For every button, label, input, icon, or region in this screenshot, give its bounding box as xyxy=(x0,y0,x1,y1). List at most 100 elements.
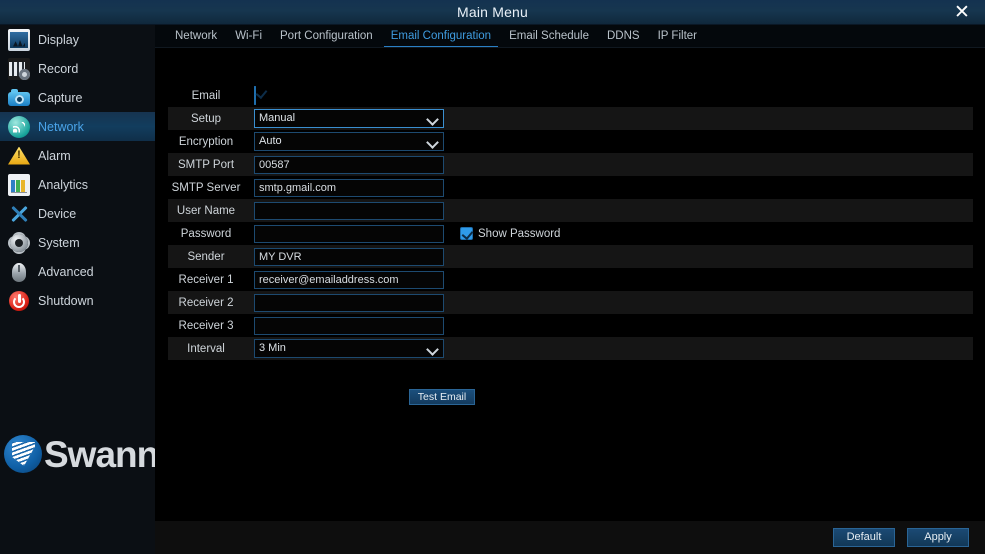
form-label-smtp-server: SMTP Server xyxy=(168,182,244,194)
chevron-down-icon xyxy=(427,113,438,124)
system-icon xyxy=(8,232,30,254)
sidebar-item-advanced[interactable]: Advanced xyxy=(0,257,155,286)
receiver-3-input[interactable] xyxy=(254,317,444,335)
form-label-user-name: User Name xyxy=(168,205,244,217)
sidebar-item-label: Advanced xyxy=(38,265,94,279)
form-row-receiver-3: Receiver 3 xyxy=(168,314,973,337)
sidebar-item-network[interactable]: Network xyxy=(0,112,155,141)
form-row-smtp-server: SMTP Server xyxy=(168,176,973,199)
form-control-encryption: Auto xyxy=(254,132,444,151)
sidebar-item-label: System xyxy=(38,236,80,250)
form-row-user-name: User Name xyxy=(168,199,973,222)
encryption-select-value: Auto xyxy=(259,135,282,147)
password-input[interactable] xyxy=(254,225,444,243)
form-control-user-name xyxy=(254,201,444,220)
form-control-receiver-3 xyxy=(254,316,444,335)
alarm-icon xyxy=(8,145,30,167)
sidebar-item-label: Record xyxy=(38,62,78,76)
form-control-smtp-port xyxy=(254,155,444,174)
sidebar-item-system[interactable]: System xyxy=(0,228,155,257)
form-row-sender: Sender xyxy=(168,245,973,268)
smtp-server-input[interactable] xyxy=(254,179,444,197)
form-control-interval: 3 Min xyxy=(254,339,444,358)
record-icon xyxy=(8,58,30,80)
receiver-2-input[interactable] xyxy=(254,294,444,312)
form-label-receiver-1: Receiver 1 xyxy=(168,274,244,286)
show-password-checkbox[interactable] xyxy=(460,227,473,240)
close-icon[interactable]: ✕ xyxy=(945,0,979,25)
footer-bar: Default Apply xyxy=(155,521,985,554)
form-control-email xyxy=(254,87,256,105)
sidebar-item-device[interactable]: Device xyxy=(0,199,155,228)
form-label-password: Password xyxy=(168,228,244,240)
sidebar-item-label: Analytics xyxy=(38,178,88,192)
chevron-down-icon xyxy=(427,343,438,354)
form-control-setup: Manual xyxy=(254,109,444,128)
sidebar-list: Display Record Capture Network Alarm Analytic… xyxy=(0,25,155,315)
shutdown-icon xyxy=(8,290,30,312)
email-checkbox[interactable] xyxy=(254,86,256,105)
form-row-encryption: Encryption Auto xyxy=(168,130,973,153)
apply-button[interactable]: Apply xyxy=(907,528,969,547)
setup-select[interactable]: Manual xyxy=(254,109,444,128)
form-row-receiver-1: Receiver 1 xyxy=(168,268,973,291)
form-label-encryption: Encryption xyxy=(168,136,244,148)
page-title: Main Menu xyxy=(0,0,985,25)
sidebar-item-record[interactable]: Record xyxy=(0,54,155,83)
brand-word: Swann xyxy=(44,434,158,475)
sender-input[interactable] xyxy=(254,248,444,266)
smtp-port-input[interactable] xyxy=(254,156,444,174)
form-row-password: Password Show Password xyxy=(168,222,973,245)
tab-email-configuration[interactable]: Email Configuration xyxy=(382,25,500,48)
user-name-input[interactable] xyxy=(254,202,444,220)
sidebar-item-label: Device xyxy=(38,207,76,221)
tab-port-configuration[interactable]: Port Configuration xyxy=(271,25,382,48)
email-configuration-form: Test Email Email Setup Manual Encryption Aut… xyxy=(155,48,985,528)
form-control-receiver-1 xyxy=(254,270,444,289)
tab-wi-fi[interactable]: Wi-Fi xyxy=(226,25,271,48)
form-row-receiver-2: Receiver 2 xyxy=(168,291,973,314)
tab-ddns[interactable]: DDNS xyxy=(598,25,649,48)
sidebar-item-label: Shutdown xyxy=(38,294,94,308)
advanced-icon xyxy=(8,261,30,283)
analytics-icon xyxy=(8,174,30,196)
sidebar-item-analytics[interactable]: Analytics xyxy=(0,170,155,199)
interval-select-value: 3 Min xyxy=(259,342,286,354)
form-row-smtp-port: SMTP Port xyxy=(168,153,973,176)
sidebar-item-label: Network xyxy=(38,120,84,134)
setup-select-value: Manual xyxy=(259,112,295,124)
form-row-email: Email xyxy=(168,84,973,107)
dvr-main-menu-window: Main Menu ✕ Display Record Capture Network A… xyxy=(0,0,985,554)
show-password-label: Show Password xyxy=(478,228,560,240)
sidebar-item-alarm[interactable]: Alarm xyxy=(0,141,155,170)
sidebar-item-capture[interactable]: Capture xyxy=(0,83,155,112)
content-panel: NetworkWi-FiPort ConfigurationEmail Conf… xyxy=(155,25,985,554)
sidebar-item-label: Display xyxy=(38,33,79,47)
display-icon xyxy=(8,29,30,51)
tab-email-schedule[interactable]: Email Schedule xyxy=(500,25,598,48)
tab-network[interactable]: Network xyxy=(166,25,226,48)
form-control-smtp-server xyxy=(254,178,444,197)
title-bar: Main Menu ✕ xyxy=(0,0,985,25)
chevron-down-icon xyxy=(427,136,438,147)
capture-icon xyxy=(8,87,30,109)
form-label-interval: Interval xyxy=(168,343,244,355)
form-label-smtp-port: SMTP Port xyxy=(168,159,244,171)
test-email-button[interactable]: Test Email xyxy=(409,389,475,405)
sidebar-item-label: Capture xyxy=(38,91,82,105)
form-control-password xyxy=(254,224,444,243)
interval-select[interactable]: 3 Min xyxy=(254,339,444,358)
form-row-interval: Interval 3 Min xyxy=(168,337,973,360)
swann-shield-icon xyxy=(4,435,42,473)
receiver-1-input[interactable] xyxy=(254,271,444,289)
form-label-setup: Setup xyxy=(168,113,244,125)
show-password-group: Show Password xyxy=(460,227,560,240)
form-row-setup: Setup Manual xyxy=(168,107,973,130)
form-label-sender: Sender xyxy=(168,251,244,263)
sidebar-item-shutdown[interactable]: Shutdown xyxy=(0,286,155,315)
default-button[interactable]: Default xyxy=(833,528,895,547)
encryption-select[interactable]: Auto xyxy=(254,132,444,151)
brand-name: Swann. xyxy=(44,436,163,473)
sidebar-item-display[interactable]: Display xyxy=(0,25,155,54)
tab-ip-filter[interactable]: IP Filter xyxy=(649,25,706,48)
